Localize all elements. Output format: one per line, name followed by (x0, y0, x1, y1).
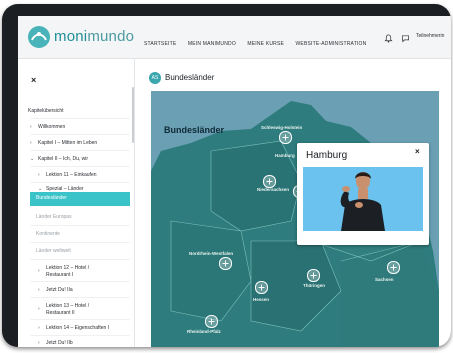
sign-language-video[interactable] (303, 167, 423, 231)
chevron-down-icon: ⌄ (30, 156, 35, 162)
map-label-niedersachsen: Niedersachsen (257, 187, 290, 192)
chevron-right-icon: › (38, 340, 40, 346)
map-pin-hessen[interactable] (255, 281, 268, 294)
main-content: AS Bundesländer Bundesländer Schleswig-H… (135, 59, 451, 347)
nav-actions (384, 30, 414, 44)
top-navigation: monimundo STARTSEITE MEIN MANIMUNDO MEIN… (18, 16, 451, 59)
map-label-nordrhein-westfalen: Nordrhein-Westfalen (189, 251, 234, 256)
map-heading: Bundesländer (164, 125, 225, 135)
screen: monimundo STARTSEITE MEIN MANIMUNDO MEIN… (18, 16, 451, 347)
map-pin-thueringen[interactable] (307, 269, 320, 282)
map-label-schleswig-holstein: Schleswig-Holstein (261, 125, 303, 130)
logo-text: monimundo (54, 28, 135, 45)
divider (30, 335, 130, 336)
main-nav: STARTSEITE MEIN MANIMUNDO MEINE KURSE WE… (144, 32, 373, 47)
close-icon[interactable]: × (31, 75, 36, 85)
nav-website-administration[interactable]: WEBSITE-ADMINISTRATION (295, 41, 366, 47)
state-popup: Hamburg × (297, 143, 429, 245)
chevron-right-icon: › (30, 140, 32, 146)
course-sidebar: × Kapitelübersicht › Willkommen › Kapite… (18, 59, 135, 347)
map-pin-rheinland-pfalz[interactable] (205, 315, 218, 328)
nav-startseite[interactable]: STARTSEITE (144, 41, 176, 47)
divider (30, 118, 130, 119)
divider (30, 134, 130, 135)
chevron-right-icon: › (38, 287, 40, 293)
logo-icon (28, 26, 50, 48)
page-title: Bundesländer (165, 73, 215, 82)
nav-meine-kurse[interactable]: MEINE KURSE (247, 41, 284, 47)
logo[interactable]: monimundo (28, 26, 138, 48)
divider (30, 319, 130, 320)
divider (30, 166, 130, 167)
divider (30, 242, 130, 243)
divider (30, 281, 130, 282)
signer-figure (303, 167, 423, 231)
chat-icon[interactable] (401, 30, 414, 47)
map-label-hessen: Hessen (253, 297, 270, 302)
chevron-right-icon: › (30, 124, 32, 130)
map-pin-schleswig-holstein[interactable] (279, 131, 292, 144)
map-pin-nordrhein-westfalen[interactable] (219, 257, 232, 270)
map-label-thueringen: Thüringen (303, 283, 325, 288)
divider (30, 259, 130, 260)
bell-icon[interactable] (384, 30, 401, 47)
nav-mein-manimundo[interactable]: MEIN MANIMUNDO (188, 41, 236, 47)
map-label-rheinland-pfalz: Rheinland-Pfalz (187, 329, 221, 334)
tablet-frame: monimundo STARTSEITE MEIN MANIMUNDO MEIN… (2, 4, 451, 347)
divider (30, 225, 130, 226)
chevron-right-icon: › (38, 172, 40, 178)
close-icon[interactable]: × (415, 147, 420, 156)
map-pin-sachsen[interactable] (387, 261, 400, 274)
user-menu[interactable]: Teilnehmerin (416, 33, 444, 39)
chevron-right-icon: › (38, 306, 40, 312)
divider (30, 297, 130, 298)
popup-title: Hamburg (306, 150, 348, 161)
map-label-hamburg: Hamburg (275, 153, 295, 158)
sidebar-item-bundeslaender[interactable]: Bundesländer (30, 192, 130, 206)
lesson-badge: AS (149, 72, 161, 84)
chevron-right-icon: › (38, 325, 40, 331)
divider (30, 150, 130, 151)
chevron-right-icon: › (38, 268, 40, 274)
map-label-sachsen: Sachsen (375, 277, 394, 282)
germany-map[interactable]: Bundesländer Schleswig-Holstein Hamburg … (151, 91, 439, 347)
map-pin-niedersachsen[interactable] (263, 175, 276, 188)
sidebar-scrollbar[interactable] (132, 87, 134, 143)
divider (30, 182, 130, 183)
